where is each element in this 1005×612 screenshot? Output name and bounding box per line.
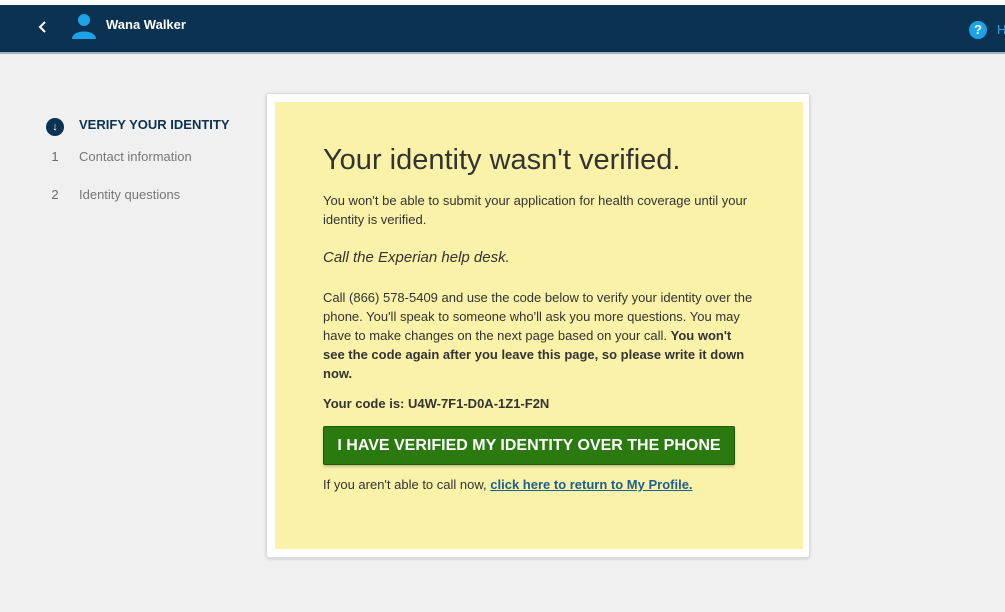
back-button[interactable] [32, 16, 54, 38]
step-label: VERIFY YOUR IDENTITY [79, 117, 230, 132]
step-label: Identity questions [79, 187, 181, 202]
step-number: 2 [51, 187, 59, 202]
verified-over-phone-button[interactable]: I HAVE VERIFIED MY IDENTITY OVER THE PHO… [323, 426, 735, 465]
arrow-down-icon: ↓ [46, 118, 64, 136]
help-desk-callout: Call the Experian help desk. [323, 249, 510, 266]
top-bar: Wana Walker ? H [0, 5, 1005, 54]
help-link[interactable]: H [997, 22, 1005, 37]
page-title: Your identity wasn't verified. [323, 144, 681, 176]
main-content: ↓ VERIFY YOUR IDENTITY 1 Contact informa… [0, 54, 1005, 612]
intro-text: You won't be able to submit your applica… [323, 193, 748, 227]
step-label: Contact information [79, 149, 192, 164]
return-prefix: If you aren't able to call now, [323, 477, 487, 492]
avatar [70, 11, 98, 39]
identity-card: Your identity wasn't verified. You won't… [266, 93, 810, 558]
verification-notice: Your identity wasn't verified. You won't… [275, 102, 803, 549]
user-name: Wana Walker [106, 17, 186, 32]
return-to-profile-link[interactable]: click here to return to My Profile. [490, 477, 692, 492]
step-number: 1 [51, 149, 59, 164]
chevron-left-icon [38, 21, 46, 33]
return-line: If you aren't able to call now, click he… [323, 477, 693, 492]
verification-code: Your code is: U4W-7F1-D0A-1Z1-F2N [323, 396, 550, 411]
person-icon [72, 14, 96, 39]
question-circle-icon[interactable]: ? [969, 21, 987, 39]
instructions-text: Call (866) 578-5409 and use the code bel… [323, 288, 755, 383]
